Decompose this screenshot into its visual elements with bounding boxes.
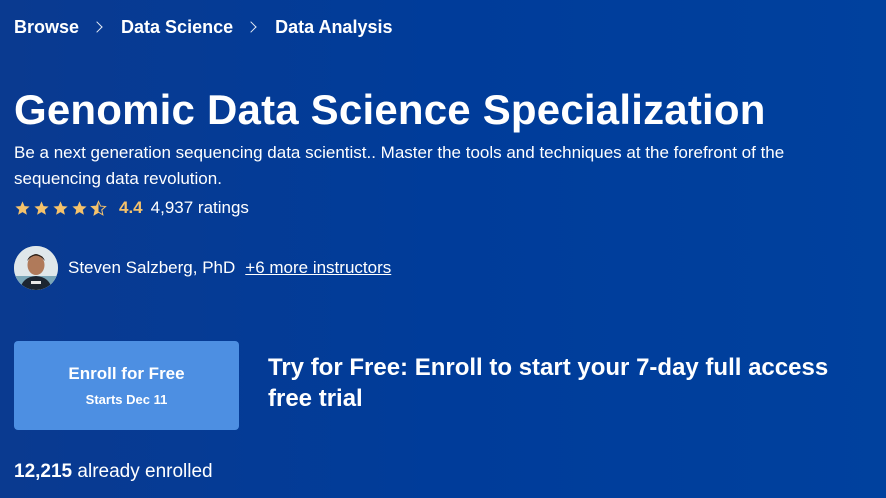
enroll-button-label: Enroll for Free — [68, 363, 185, 383]
enrolled-number: 12,215 — [14, 461, 73, 482]
instructor-name[interactable]: Steven Salzberg, PhD — [68, 258, 235, 278]
enroll-start-date: Starts Dec 11 — [85, 391, 168, 407]
avatar[interactable] — [14, 246, 58, 290]
star-rating — [14, 199, 109, 217]
star-icon — [34, 200, 49, 215]
free-trial-text: Try for Free: Enroll to start your 7-day… — [268, 354, 829, 412]
enrollment-count: 12,215 already enrolled — [14, 460, 213, 484]
course-subtitle: Be a next generation sequencing data sci… — [14, 143, 785, 188]
breadcrumb-data-science[interactable]: Data Science — [121, 16, 233, 38]
rating-value: 4.4 — [119, 198, 143, 217]
half-star-icon — [90, 199, 107, 216]
chevron-right-icon — [245, 21, 257, 33]
rating-row: 4.4 4,937 ratings — [14, 196, 249, 220]
instructor-row: Steven Salzberg, PhD +6 more instructors — [14, 246, 391, 290]
star-icon — [53, 200, 68, 215]
enrolled-suffix: already enrolled — [72, 461, 213, 482]
enroll-button[interactable]: Enroll for Free Starts Dec 11 — [14, 341, 239, 430]
rating-count: 4,937 ratings — [150, 198, 249, 217]
breadcrumb-data-analysis[interactable]: Data Analysis — [275, 16, 392, 38]
star-icon — [15, 200, 30, 215]
breadcrumb: Browse Data Science Data Analysis — [14, 16, 392, 38]
breadcrumb-browse[interactable]: Browse — [14, 16, 79, 38]
page-title: Genomic Data Science Specialization — [14, 86, 766, 133]
more-instructors-link[interactable]: +6 more instructors — [245, 258, 391, 278]
chevron-right-icon — [91, 21, 103, 33]
star-icon — [72, 200, 87, 215]
